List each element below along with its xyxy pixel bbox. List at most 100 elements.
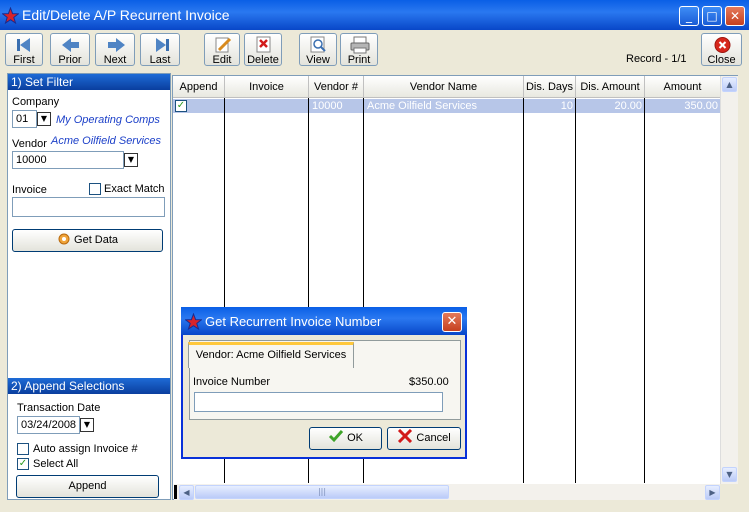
next-label: Next: [103, 54, 127, 66]
invoice-amount: $350.00: [409, 376, 449, 388]
first-button[interactable]: First: [5, 33, 43, 66]
last-icon: [156, 38, 169, 52]
col-header-amount[interactable]: Amount: [645, 76, 721, 98]
next-button[interactable]: Next: [95, 33, 135, 66]
scroll-left-button[interactable]: ◀: [179, 485, 194, 500]
chevron-down-icon: ▼: [127, 155, 135, 164]
app-star-icon: [185, 313, 202, 330]
cell-dis-days: 10: [560, 100, 573, 112]
gear-icon: [58, 233, 70, 245]
close-label: Close: [707, 54, 736, 66]
maximize-button[interactable]: □: [702, 6, 722, 26]
window-close-button[interactable]: ✕: [725, 6, 745, 26]
last-button[interactable]: Last: [140, 33, 180, 66]
exact-match-checkbox[interactable]: [89, 183, 101, 195]
view-label: View: [306, 54, 330, 66]
vendor-select[interactable]: 10000: [12, 151, 124, 169]
next-arrow-icon: [108, 38, 125, 52]
printer-icon: [350, 36, 370, 54]
transaction-date-input[interactable]: 03/24/2008: [17, 416, 80, 434]
first-icon: [17, 38, 30, 52]
column-divider: [523, 98, 524, 483]
col-header-dis-days[interactable]: Dis. Days: [524, 76, 576, 98]
toolbar: First Prior Next Last Edit Delete View P…: [0, 30, 749, 70]
column-divider: [644, 98, 645, 483]
col-header-vendor-no[interactable]: Vendor #: [309, 76, 364, 98]
cell-dis-amount: 20.00: [614, 100, 642, 112]
print-label: Print: [347, 54, 371, 66]
checkmark-icon: [328, 430, 344, 443]
column-divider: [575, 98, 576, 483]
edit-label: Edit: [212, 54, 232, 66]
delete-button[interactable]: Delete: [244, 33, 282, 66]
vendor-name: Acme Oilfield Services: [51, 135, 162, 147]
window-title: Edit/Delete A/P Recurrent Invoice: [22, 7, 230, 23]
dialog-title: Get Recurrent Invoice Number: [205, 314, 382, 329]
invoice-number-label: Invoice Number: [193, 376, 271, 388]
company-dropdown-button[interactable]: ▼: [37, 112, 51, 126]
ok-label: OK: [347, 432, 363, 444]
transaction-date-label: Transaction Date: [17, 402, 101, 414]
vertical-scrollbar[interactable]: ▲ ▼: [720, 76, 738, 484]
dialog-title-bar: Get Recurrent Invoice Number ✕: [181, 307, 467, 335]
chevron-down-icon: ▼: [40, 114, 48, 123]
app-star-icon: [2, 7, 19, 24]
view-button[interactable]: View: [299, 33, 337, 66]
company-select[interactable]: 01: [12, 110, 37, 128]
invoice-label: Invoice: [12, 184, 47, 196]
cell-amount: 350.00: [684, 100, 718, 112]
invoice-number-input[interactable]: [194, 392, 443, 412]
cell-vendor-no: 10000: [312, 100, 343, 112]
cell-invoice: [225, 99, 309, 113]
select-all-checkbox[interactable]: ✓: [17, 458, 29, 470]
chevron-left-icon: ◀: [183, 488, 190, 497]
col-header-invoice[interactable]: Invoice: [225, 76, 309, 98]
col-header-append[interactable]: Append: [173, 76, 225, 98]
prior-arrow-icon: [62, 38, 79, 52]
scroll-down-button[interactable]: ▼: [722, 467, 737, 482]
title-bar: Edit/Delete A/P Recurrent Invoice _ □ ✕: [0, 0, 749, 30]
checkmark-icon: ✓: [176, 100, 186, 111]
chevron-down-icon: ▼: [83, 420, 91, 429]
minimize-button[interactable]: _: [679, 6, 699, 26]
invoice-input[interactable]: [12, 197, 165, 217]
close-button[interactable]: Close: [701, 33, 742, 66]
tab-vendor[interactable]: Vendor: Acme Oilfield Services: [188, 342, 354, 368]
col-header-vendor-name[interactable]: Vendor Name: [364, 76, 524, 98]
cancel-label: Cancel: [416, 432, 451, 444]
edit-button[interactable]: Edit: [204, 33, 240, 66]
cancel-button[interactable]: Cancel: [387, 427, 461, 450]
append-button[interactable]: Append: [16, 475, 159, 498]
last-label: Last: [149, 54, 171, 66]
delete-icon: [256, 36, 271, 53]
print-button[interactable]: Print: [340, 33, 378, 66]
get-data-button[interactable]: Get Data: [12, 229, 163, 252]
close-icon: ✕: [446, 314, 458, 329]
scroll-up-button[interactable]: ▲: [722, 77, 737, 92]
cross-icon: [398, 428, 413, 444]
record-indicator: Record - 1/1: [626, 53, 687, 65]
col-header-dis-amount[interactable]: Dis. Amount: [576, 76, 645, 98]
scroll-corner: [720, 484, 738, 500]
ok-button[interactable]: OK: [309, 427, 382, 450]
magnifier-icon: [310, 36, 326, 53]
scroll-edge-marker: [174, 485, 177, 499]
vendor-dropdown-button[interactable]: ▼: [124, 153, 138, 167]
prior-label: Prior: [58, 54, 82, 66]
chevron-down-icon: ▼: [726, 470, 733, 479]
auto-assign-label: Auto assign Invoice #: [33, 443, 138, 455]
transaction-date-dropdown-button[interactable]: ▼: [80, 418, 94, 432]
get-invoice-number-dialog: Get Recurrent Invoice Number ✕ Vendor: A…: [181, 307, 467, 459]
cell-vendor-name: Acme Oilfield Services: [367, 100, 478, 112]
auto-assign-checkbox[interactable]: [17, 443, 29, 455]
exact-match-label: Exact Match: [104, 183, 165, 195]
row-append-checkbox[interactable]: ✓: [175, 100, 187, 112]
horizontal-scrollbar[interactable]: ◀ ||| ▶: [174, 484, 720, 500]
chevron-right-icon: ▶: [709, 488, 716, 497]
first-label: First: [13, 54, 35, 66]
scroll-right-button[interactable]: ▶: [705, 485, 720, 500]
dialog-close-button[interactable]: ✕: [442, 312, 462, 332]
company-name: My Operating Comps: [56, 114, 160, 126]
scroll-thumb[interactable]: |||: [195, 485, 449, 499]
prior-button[interactable]: Prior: [50, 33, 90, 66]
